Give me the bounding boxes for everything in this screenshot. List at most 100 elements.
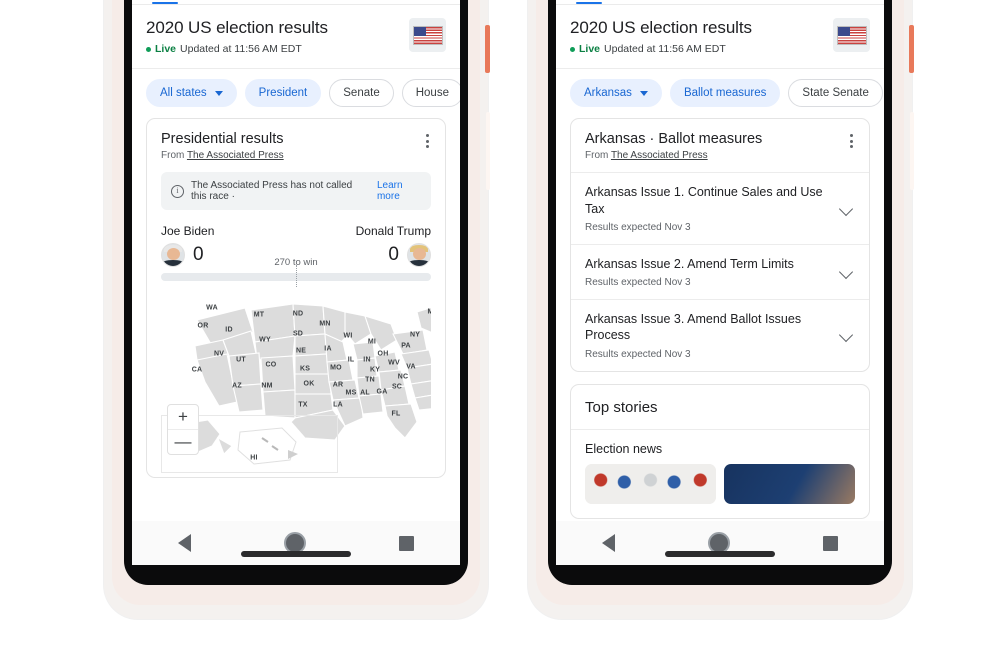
state-label: IL — [347, 356, 355, 364]
volume-button[interactable] — [486, 112, 490, 190]
measure-title: Arkansas Issue 2. Amend Term Limits — [585, 256, 794, 271]
measure-status: Results expected Nov 3 — [585, 277, 691, 289]
chevron-down-icon[interactable] — [838, 201, 854, 216]
candidate-trump: 0 — [388, 243, 431, 268]
android-nav-bar-left — [132, 521, 460, 565]
learn-more-link[interactable]: Learn more — [377, 180, 421, 202]
recents-button-icon[interactable] — [822, 535, 838, 551]
power-button[interactable] — [485, 25, 490, 73]
phone-glass-right: ALL NEWS VIDEOS IMAGES MAPS SHOPPING 202… — [548, 0, 892, 585]
tab-news[interactable]: NEWS — [610, 0, 667, 4]
power-button[interactable] — [909, 25, 914, 73]
news-thumbnail[interactable] — [585, 463, 716, 504]
measure-title: Arkansas Issue 3. Amend Ballot Issues Pr… — [585, 312, 802, 343]
chip-arkansas[interactable]: Arkansas — [570, 79, 662, 108]
state-label: MN — [319, 320, 331, 328]
news-thumbnail[interactable] — [724, 463, 855, 504]
state-label: NY — [409, 331, 421, 339]
page-title: 2020 US election results — [570, 18, 752, 37]
state-label: OR — [197, 322, 209, 330]
updated-time: Updated at 11:56 AM EDT — [180, 43, 302, 56]
tab-videos[interactable]: VIDEOS — [667, 0, 734, 4]
ballot-measure-row[interactable]: Arkansas Issue 1. Continue Sales and Use… — [571, 172, 869, 244]
speaker-grille — [241, 551, 351, 557]
kebab-menu-icon[interactable] — [848, 131, 855, 151]
score-biden: 0 — [193, 244, 204, 266]
tab-maps[interactable]: MAPS — [378, 0, 433, 4]
state-label: FL — [391, 410, 401, 418]
zoom-in-button[interactable]: + — [168, 405, 198, 431]
live-status: Live Updated at 11:56 AM EDT — [570, 43, 752, 55]
candidate-name-trump: Donald Trump — [355, 224, 431, 239]
state-label: LA — [333, 401, 343, 409]
state-label: GA — [376, 388, 388, 396]
chip-ballot-measures[interactable]: Ballot measures — [669, 79, 781, 108]
presidential-results-card: Presidential results From The Associated… — [146, 118, 446, 479]
state-label: TN — [365, 376, 375, 384]
chip-state-senate[interactable]: State Senate — [788, 79, 883, 108]
state-label: AZ — [232, 382, 242, 390]
state-label: MO — [330, 364, 342, 372]
tab-maps[interactable]: MAPS — [802, 0, 857, 4]
chip-president[interactable]: President — [244, 79, 322, 108]
live-label: Live — [579, 43, 601, 56]
ballot-measure-row[interactable]: Arkansas Issue 2. Amend Term Limits Resu… — [571, 243, 869, 299]
chip-senate[interactable]: Senate — [329, 79, 394, 108]
map-zoom-controls[interactable]: + — — [167, 404, 199, 456]
state-label: SC — [391, 383, 403, 391]
tab-videos[interactable]: VIDEOS — [243, 0, 310, 4]
state-label: VA — [406, 363, 416, 371]
top-stories-card: Top stories Election news — [570, 383, 870, 519]
volume-button[interactable] — [910, 112, 914, 190]
state-label: PA — [401, 342, 411, 350]
state-label: OH — [377, 350, 389, 358]
chip-house[interactable]: House — [401, 79, 460, 108]
state-label: WY — [259, 336, 271, 344]
card-source: From The Associated Press — [585, 150, 708, 162]
live-dot-icon — [570, 46, 575, 52]
recents-button-icon[interactable] — [398, 535, 414, 551]
score-trump: 0 — [388, 244, 399, 266]
ballot-measure-row[interactable]: Arkansas Issue 3. Amend Ballot Issues Pr… — [571, 299, 869, 370]
speaker-grille — [665, 551, 775, 557]
us-election-map[interactable]: WA OR ID MT ND MN WI SD WY NV CA UT CO N… — [161, 292, 431, 478]
tab-all[interactable]: ALL — [568, 0, 610, 4]
state-label: WI — [343, 332, 353, 340]
state-label: NC — [397, 373, 409, 381]
back-button-icon[interactable] — [602, 534, 616, 552]
zoom-out-button[interactable]: — — [168, 430, 198, 454]
source-link[interactable]: The Associated Press — [611, 150, 708, 161]
phone-left: ALL NEWS VIDEOS IMAGES MAPS SHOPPING 202… — [104, 0, 490, 619]
state-label: IA — [324, 345, 332, 353]
tab-news[interactable]: NEWS — [186, 0, 243, 4]
screen-right: ALL NEWS VIDEOS IMAGES MAPS SHOPPING 202… — [556, 0, 884, 541]
chevron-down-icon[interactable] — [838, 328, 854, 343]
tab-all[interactable]: ALL — [144, 0, 186, 4]
kebab-menu-icon[interactable] — [424, 131, 431, 151]
state-label: TX — [298, 401, 308, 409]
state-label: CO — [265, 361, 277, 369]
source-link[interactable]: The Associated Press — [187, 150, 284, 161]
state-label: WA — [206, 304, 218, 312]
candidate-biden: 0 — [161, 243, 204, 268]
back-button-icon[interactable] — [178, 534, 192, 552]
phone-bezel-left: ALL NEWS VIDEOS IMAGES MAPS SHOPPING 202… — [112, 0, 480, 605]
live-dot-icon — [146, 46, 151, 52]
state-label: ID — [225, 326, 233, 334]
candidates-section: Joe Biden Donald Trump 0 270 to win 0 — [147, 210, 445, 268]
tab-images[interactable]: IMAGES — [310, 0, 378, 4]
race-notice: i The Associated Press has not called th… — [161, 172, 431, 211]
chip-all-states[interactable]: All states — [146, 79, 237, 108]
tab-shopping[interactable]: SHOPPING — [856, 0, 884, 4]
news-thumbnails — [571, 463, 869, 518]
search-tabs-right: ALL NEWS VIDEOS IMAGES MAPS SHOPPING — [556, 0, 884, 5]
avatar-trump — [407, 243, 431, 268]
tab-images[interactable]: IMAGES — [734, 0, 802, 4]
majority-marker — [296, 265, 297, 288]
tab-shopping[interactable]: SHOPPING — [432, 0, 460, 4]
card-header: Presidential results From The Associated… — [147, 119, 445, 172]
chevron-down-icon[interactable] — [838, 264, 854, 280]
phone-bezel-right: ALL NEWS VIDEOS IMAGES MAPS SHOPPING 202… — [536, 0, 904, 605]
us-flag-icon — [833, 18, 870, 52]
state-label: NM — [261, 382, 273, 390]
